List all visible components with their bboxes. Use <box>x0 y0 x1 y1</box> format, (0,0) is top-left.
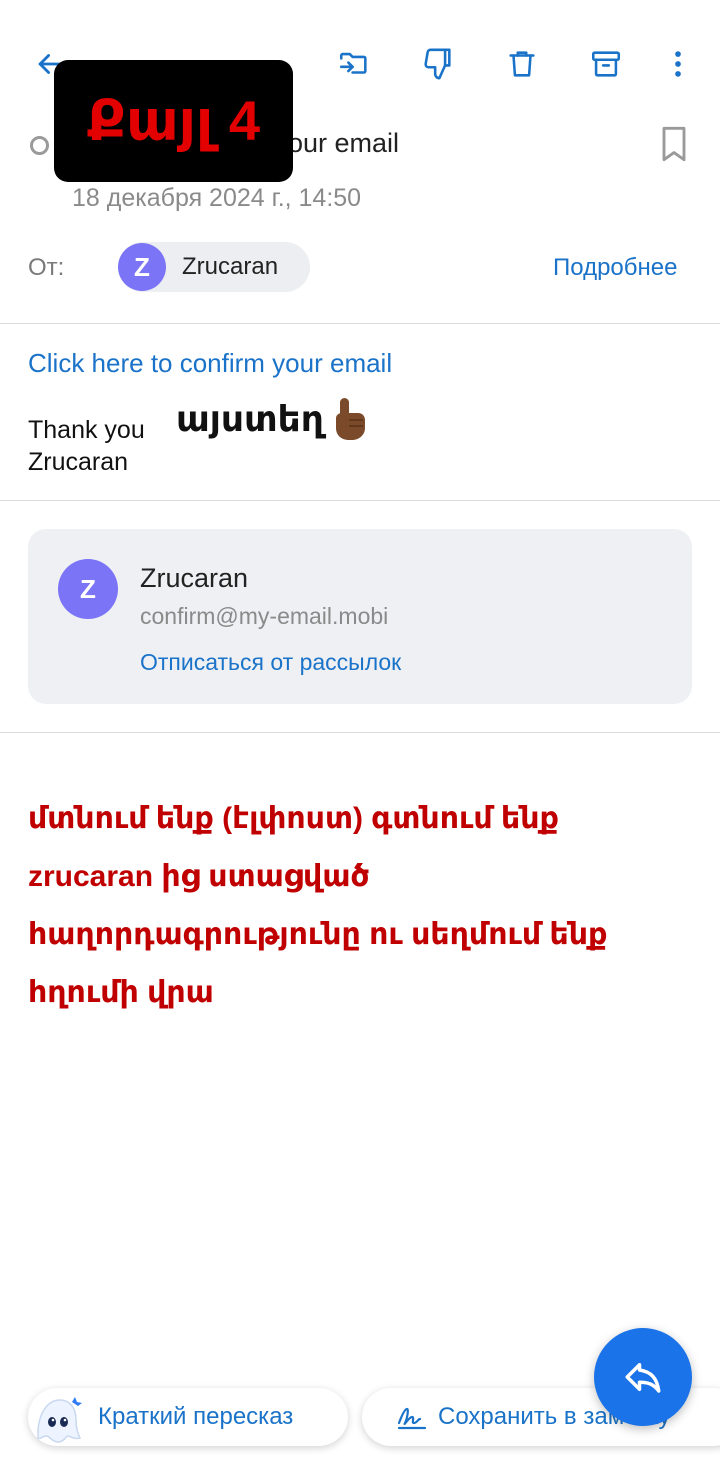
signature-text: Thank you Zrucaran <box>28 414 145 478</box>
signature-icon <box>397 1407 427 1430</box>
summary-label: Краткий пересказ <box>98 1403 294 1430</box>
move-to-folder-icon[interactable] <box>330 40 378 88</box>
annotation-here: այստեղ <box>176 398 324 439</box>
confirm-email-link[interactable]: Click here to confirm your email <box>28 348 392 379</box>
pointing-up-hand-icon <box>330 396 370 442</box>
avatar: Z <box>118 243 166 291</box>
divider <box>0 500 720 501</box>
details-link[interactable]: Подробнее <box>553 254 677 282</box>
instruction-annotation: մտնում ենք (էլփոստ) գտնում ենք zrucaran … <box>28 802 608 1009</box>
message-subject: our email <box>288 128 400 158</box>
divider <box>0 732 720 733</box>
sender-chip[interactable]: Z Zrucaran <box>118 242 310 292</box>
unsubscribe-link[interactable]: Отписаться от рассылок <box>140 649 401 676</box>
reply-icon <box>625 1363 661 1393</box>
sender-signature: Zrucaran <box>28 448 129 476</box>
bookmark-icon[interactable] <box>656 124 692 164</box>
thanks-line: Thank you <box>28 416 145 444</box>
sender-card: Z Zrucaran confirm@my-email.mobi Отписат… <box>28 529 692 704</box>
sender-card-name: Zrucaran <box>140 563 249 593</box>
sender-card-email: confirm@my-email.mobi <box>140 603 389 629</box>
from-label: От: <box>28 254 65 281</box>
divider <box>0 323 720 324</box>
ghost-mascot-icon <box>28 1390 84 1446</box>
step-label: Քայլ 4 <box>87 89 260 152</box>
step-badge: Քայլ 4 <box>54 60 293 182</box>
avatar: Z <box>58 559 118 619</box>
reply-button[interactable] <box>594 1328 692 1426</box>
more-vertical-icon[interactable] <box>654 40 702 88</box>
thumbs-down-icon[interactable] <box>414 40 462 88</box>
unread-indicator[interactable] <box>30 136 49 155</box>
sender-name: Zrucaran <box>182 253 279 280</box>
message-date: 18 декабря 2024 г., 14:50 <box>72 184 362 212</box>
trash-icon[interactable] <box>498 40 546 88</box>
archive-icon[interactable] <box>582 40 630 88</box>
